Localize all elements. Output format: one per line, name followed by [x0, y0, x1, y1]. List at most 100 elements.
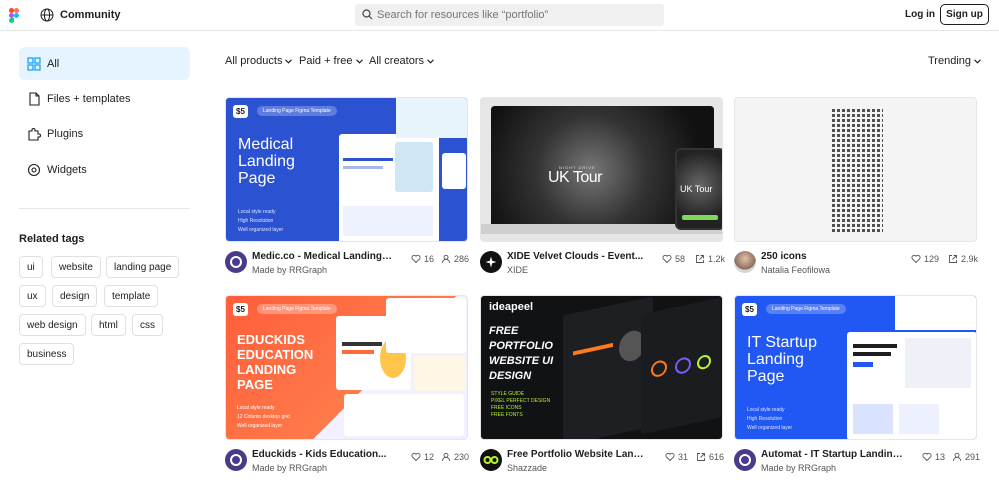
- heart-icon: [411, 254, 421, 264]
- pricing-filter[interactable]: Paid + free: [299, 55, 363, 67]
- duplicate-icon: [697, 453, 705, 461]
- thumb-mockup-card: [386, 298, 466, 353]
- thumb-mockup-header: [396, 98, 467, 138]
- card-title[interactable]: Medic.co - Medical Landing Pa...: [252, 251, 394, 262]
- sort-filter-label: Trending: [928, 55, 972, 67]
- thumb-phone: UK Tour: [675, 148, 722, 230]
- heart-icon: [922, 452, 932, 462]
- thumb-mockup-header: [895, 296, 976, 330]
- sidebar-item-label: Files + templates: [47, 92, 131, 105]
- likes-count[interactable]: 129: [911, 254, 939, 264]
- login-link[interactable]: Log in: [905, 9, 935, 20]
- creators-filter-label: All creators: [369, 55, 425, 67]
- template-tag: Landing Page Figma Template: [766, 304, 846, 314]
- sidebar-item-label: Widgets: [47, 163, 87, 176]
- avatar[interactable]: [225, 449, 247, 471]
- thumb-headline: EDUCKIDS EDUCATION LANDING PAGE: [237, 332, 314, 392]
- heart-icon: [411, 452, 421, 462]
- sort-filter[interactable]: Trending: [928, 55, 981, 67]
- sidebar-item-plugins[interactable]: Plugins: [19, 117, 190, 150]
- users-count: 230: [441, 452, 469, 462]
- sidebar-item-label: All: [47, 57, 60, 70]
- likes-count[interactable]: 16: [411, 254, 434, 264]
- tag-ux[interactable]: ux: [19, 285, 46, 307]
- users-count: 286: [441, 254, 469, 264]
- sidebar-item-label: Plugins: [47, 127, 84, 140]
- search-input[interactable]: Search for resources like “portfolio”: [355, 4, 664, 26]
- products-filter[interactable]: All products: [225, 55, 293, 67]
- sidebar-item-widgets[interactable]: Widgets: [19, 153, 190, 186]
- card-author[interactable]: Natalia Feofilowa: [761, 265, 830, 275]
- sidebar-item-all[interactable]: All: [19, 47, 190, 80]
- card-author[interactable]: Made by RRGraph: [252, 265, 327, 275]
- grid-icon: [27, 56, 41, 71]
- users-count: 291: [952, 452, 980, 462]
- signup-button[interactable]: Sign up: [940, 4, 989, 25]
- pricing-filter-label: Paid + free: [299, 55, 353, 67]
- thumb-mockup-page: [847, 332, 976, 439]
- tag-website[interactable]: website: [51, 256, 101, 278]
- avatar[interactable]: [480, 449, 502, 471]
- thumb-mockup-page: [641, 297, 721, 435]
- creators-filter[interactable]: All creators: [369, 55, 434, 67]
- card-title[interactable]: 250 icons: [761, 251, 807, 262]
- card-author[interactable]: XIDE: [507, 265, 528, 275]
- globe-icon[interactable]: [40, 8, 54, 22]
- users-icon: [952, 452, 962, 462]
- card-thumbnail[interactable]: [734, 97, 977, 242]
- duplicate-icon: [696, 255, 704, 263]
- card-title[interactable]: Free Portfolio Website Landing...: [507, 449, 649, 460]
- thumb-mockup-page: [339, 134, 439, 241]
- tag-business[interactable]: business: [19, 343, 75, 365]
- avatar[interactable]: [225, 251, 247, 273]
- card-author[interactable]: Shazzade: [507, 463, 547, 473]
- thumb-mockup-page: [563, 296, 653, 439]
- sidebar-divider: [19, 208, 190, 209]
- search-icon: [362, 9, 373, 20]
- avatar[interactable]: [734, 449, 756, 471]
- tag-web-design[interactable]: web design: [19, 314, 86, 336]
- card-title[interactable]: Automat - IT Startup Landing...: [761, 449, 903, 460]
- card-author[interactable]: Made by RRGraph: [761, 463, 836, 473]
- thumb-headline: Medical Landing Page: [238, 136, 295, 187]
- card-thumbnail[interactable]: UK Tour NIGHT DRIVE UK Tour: [480, 97, 723, 242]
- tag-html[interactable]: html: [91, 314, 126, 336]
- price-badge: $5: [742, 303, 757, 316]
- thumb-mockup-card: [344, 394, 464, 436]
- community-title[interactable]: Community: [60, 9, 121, 21]
- users-icon: [441, 452, 451, 462]
- tag-template[interactable]: template: [104, 285, 159, 307]
- likes-count[interactable]: 31: [665, 452, 688, 462]
- chevron-down-icon: [355, 58, 363, 64]
- tag-landing-page[interactable]: landing page: [106, 256, 180, 278]
- card-title[interactable]: Educkids - Kids Education...: [252, 449, 386, 460]
- avatar[interactable]: [734, 251, 756, 273]
- likes-count[interactable]: 12: [411, 452, 434, 462]
- thumb-mockup-card: [442, 153, 466, 189]
- card-title[interactable]: XIDE Velvet Clouds - Event...: [507, 251, 643, 262]
- tag-design[interactable]: design: [52, 285, 98, 307]
- related-tags-title: Related tags: [19, 233, 85, 245]
- avatar[interactable]: [480, 251, 502, 273]
- icon-grid-preview: [831, 108, 883, 234]
- tag-ui[interactable]: ui: [19, 256, 43, 278]
- thumb-bullets: Local style ready 12 Column desktop grid…: [237, 405, 290, 429]
- thumb-headline: IT Startup Landing Page: [747, 334, 817, 385]
- price-badge: $5: [233, 303, 248, 316]
- users-icon: [441, 254, 451, 264]
- likes-count[interactable]: 58: [662, 254, 685, 264]
- heart-icon: [662, 254, 672, 264]
- tag-css[interactable]: css: [132, 314, 163, 336]
- card-author[interactable]: Made by RRGraph: [252, 463, 327, 473]
- sidebar-item-files[interactable]: Files + templates: [19, 82, 190, 115]
- card-thumbnail[interactable]: $5 Landing Page Figma Template IT Startu…: [734, 295, 977, 440]
- chevron-down-icon: [285, 58, 293, 64]
- template-tag: Landing Page Figma Template: [257, 304, 337, 314]
- card-thumbnail[interactable]: $5 Landing Page Figma Template EDUCKIDS …: [225, 295, 468, 440]
- thumb-mockup-card: [414, 356, 466, 391]
- card-thumbnail[interactable]: $5 Landing Page Figma Template Medical L…: [225, 97, 468, 242]
- chevron-down-icon: [974, 58, 981, 64]
- figma-logo-icon[interactable]: [9, 8, 19, 23]
- likes-count[interactable]: 13: [922, 452, 945, 462]
- card-thumbnail[interactable]: ideapeel FREE PORTFOLIO WEBSITE UI DESIG…: [480, 295, 723, 440]
